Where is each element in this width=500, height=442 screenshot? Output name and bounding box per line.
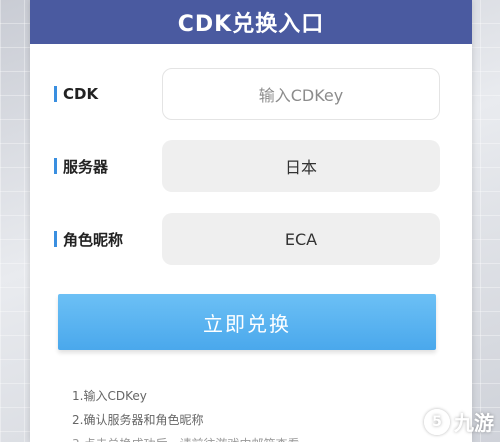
role-row: 角色昵称 ECA <box>30 213 472 265</box>
server-label: 服务器 <box>54 156 108 177</box>
server-field[interactable]: 日本 <box>162 140 440 192</box>
instruction-step: 2.确认服务器和角色昵称 <box>72 413 204 427</box>
role-name-field[interactable]: ECA <box>162 213 440 265</box>
panel-header: CDK兑换入口 <box>30 0 472 44</box>
instruction-step: 3.点击兑换成功后，请前往游戏内邮箱查看 <box>72 432 299 442</box>
role-label-text: 角色昵称 <box>63 230 124 249</box>
cdk-input[interactable]: 输入CDKey <box>162 68 440 120</box>
cdk-redeem-panel: CDK兑换入口 CDK 输入CDKey 服务器 日本 角色昵称 ECA 立即兑换… <box>30 0 472 442</box>
role-label: 角色昵称 <box>54 229 123 250</box>
label-accent-bar <box>54 158 57 174</box>
jiuyou-watermark: 5 九游 <box>424 407 494 436</box>
label-accent-bar <box>54 86 57 102</box>
redeem-button[interactable]: 立即兑换 <box>58 294 436 350</box>
server-row: 服务器 日本 <box>30 140 472 192</box>
instructions-list: 1.输入CDKey 2.确认服务器和角色昵称 3.点击兑换成功后，请前往游戏内邮… <box>72 384 299 442</box>
page-title: CDK兑换入口 <box>177 12 325 37</box>
label-accent-bar <box>54 231 57 247</box>
server-label-text: 服务器 <box>63 157 109 176</box>
cdk-label-text: CDK <box>63 85 99 103</box>
instruction-step: 1.输入CDKey <box>72 389 147 403</box>
watermark-text: 九游 <box>454 411 494 435</box>
cdk-row: CDK 输入CDKey <box>30 68 472 120</box>
cdk-label: CDK <box>54 85 98 103</box>
jiuyou-logo-icon: 5 <box>424 408 450 435</box>
